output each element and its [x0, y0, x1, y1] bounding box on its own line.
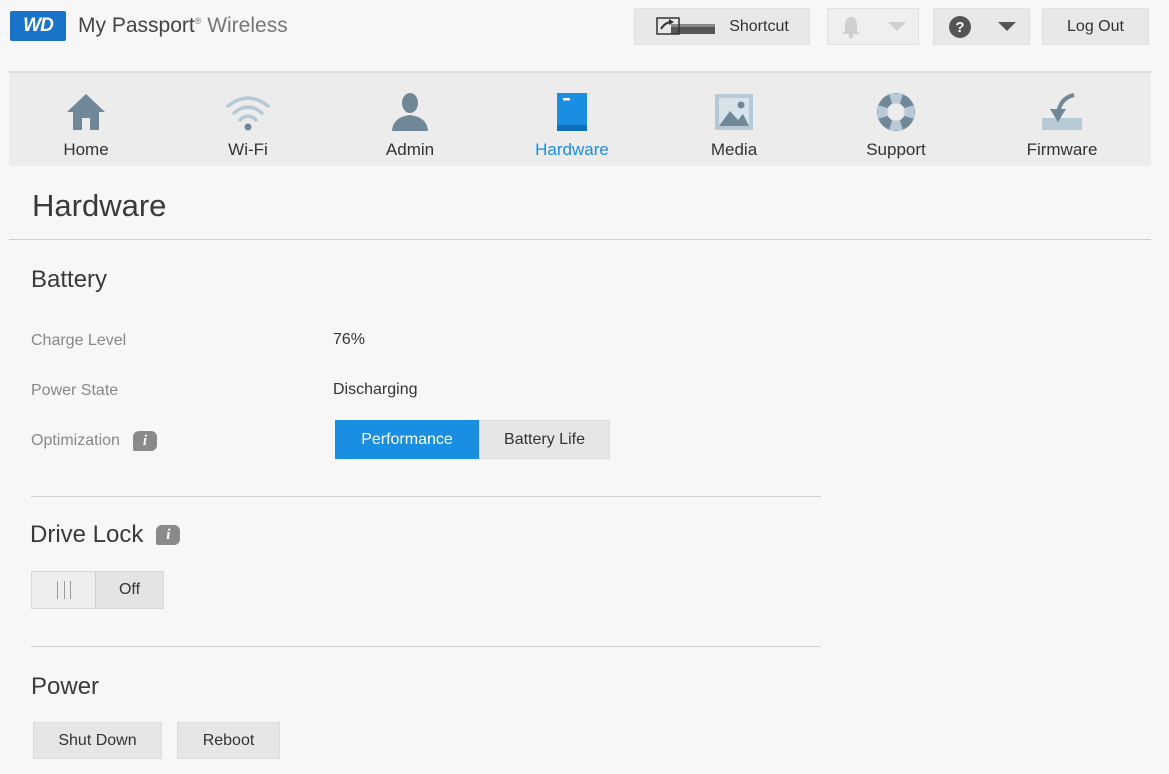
main-nav: Home Wi-Fi Admin Hardware Media Support …	[9, 71, 1151, 166]
wifi-icon	[223, 91, 273, 133]
chevron-down-icon	[997, 21, 1016, 31]
drive-lock-section-title: Drive Lock i	[30, 521, 181, 549]
trademark: ®	[194, 16, 202, 26]
help-button[interactable]: ?	[933, 8, 1030, 45]
support-icon	[871, 91, 921, 133]
performance-option[interactable]: Performance	[335, 420, 479, 459]
nav-label-firmware: Firmware	[1026, 140, 1098, 159]
media-icon	[709, 91, 759, 133]
shortcut-button[interactable]: Shortcut	[634, 8, 810, 45]
optimization-row-label: Optimization i	[31, 431, 157, 451]
shortcut-label: Shortcut	[729, 17, 789, 35]
info-icon[interactable]: i	[156, 525, 181, 545]
nav-item-hardware[interactable]: Hardware	[502, 73, 642, 168]
svg-text:?: ?	[955, 19, 964, 36]
page-title: Hardware	[32, 188, 167, 223]
page: WD My Passport® Wireless Shortcut ? Log …	[0, 0, 1169, 774]
chevron-down-icon	[888, 21, 906, 31]
logout-button[interactable]: Log Out	[1042, 8, 1149, 45]
product-name-main: My Passport	[78, 14, 195, 37]
nav-item-wifi[interactable]: Wi-Fi	[178, 73, 318, 168]
power-state-label: Power State	[31, 382, 119, 399]
optimization-segmented-control: Performance Battery Life	[335, 420, 610, 459]
nav-label-home: Home	[63, 140, 109, 159]
toggle-knob[interactable]	[32, 572, 96, 608]
nav-item-support[interactable]: Support	[826, 73, 966, 168]
charge-level-value: 76%	[333, 331, 366, 348]
wd-logo: WD	[10, 11, 66, 41]
section-divider	[31, 646, 821, 647]
reboot-button[interactable]: Reboot	[177, 722, 280, 759]
section-divider	[31, 496, 821, 497]
admin-icon	[385, 91, 435, 133]
product-name: My Passport® Wireless	[78, 14, 288, 38]
battery-life-option[interactable]: Battery Life	[479, 420, 610, 459]
nav-label-hardware: Hardware	[535, 140, 609, 159]
shut-down-button[interactable]: Shut Down	[33, 722, 162, 759]
bell-icon	[842, 16, 860, 38]
optimization-label: Optimization	[31, 432, 120, 449]
battery-section-title: Battery	[31, 266, 108, 293]
nav-label-media: Media	[710, 140, 758, 159]
help-icon: ?	[948, 15, 971, 38]
info-icon[interactable]: i	[132, 431, 157, 451]
nav-label-admin: Admin	[385, 140, 435, 159]
power-state-value: Discharging	[333, 381, 418, 398]
shortcut-icon	[656, 16, 716, 35]
nav-item-admin[interactable]: Admin	[340, 73, 480, 168]
notifications-button[interactable]	[827, 8, 919, 45]
nav-label-support: Support	[866, 140, 926, 159]
grip-icon	[56, 581, 71, 599]
hardware-icon	[547, 91, 597, 133]
drive-lock-title: Drive Lock	[30, 521, 144, 548]
logo: WD My Passport® Wireless	[10, 11, 288, 41]
toggle-state-label: Off	[96, 572, 163, 608]
nav-item-firmware[interactable]: Firmware	[992, 73, 1132, 168]
power-section-title: Power	[31, 673, 100, 700]
drive-lock-toggle[interactable]: Off	[31, 571, 164, 609]
nav-label-wifi: Wi-Fi	[228, 140, 268, 159]
home-icon	[61, 91, 111, 133]
nav-item-media[interactable]: Media	[664, 73, 804, 168]
nav-item-home[interactable]: Home	[16, 73, 156, 168]
top-bar: WD My Passport® Wireless Shortcut ? Log …	[0, 0, 1169, 70]
title-divider	[9, 239, 1151, 240]
product-name-suffix: Wireless	[207, 14, 288, 37]
firmware-icon	[1037, 91, 1087, 133]
charge-level-label: Charge Level	[31, 332, 127, 349]
